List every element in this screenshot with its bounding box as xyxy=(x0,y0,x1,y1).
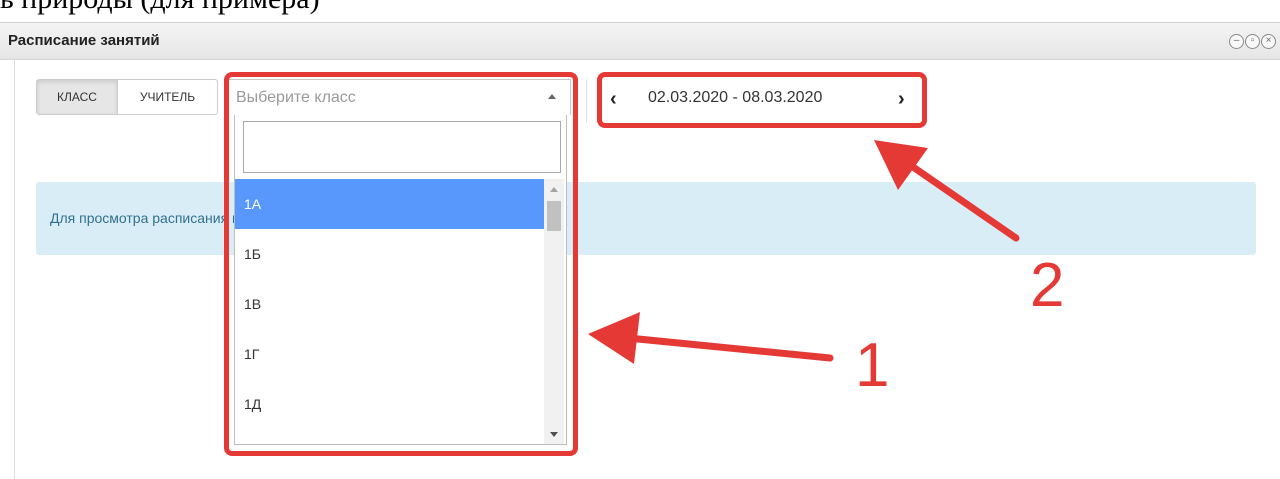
annotation-label-1: 1 xyxy=(855,331,890,400)
annotation-label-2: 2 xyxy=(1030,251,1065,320)
annotation-arrows xyxy=(588,140,1020,364)
annotation-arrow-2 xyxy=(874,140,1020,242)
annotation-arrow-1 xyxy=(588,312,834,364)
